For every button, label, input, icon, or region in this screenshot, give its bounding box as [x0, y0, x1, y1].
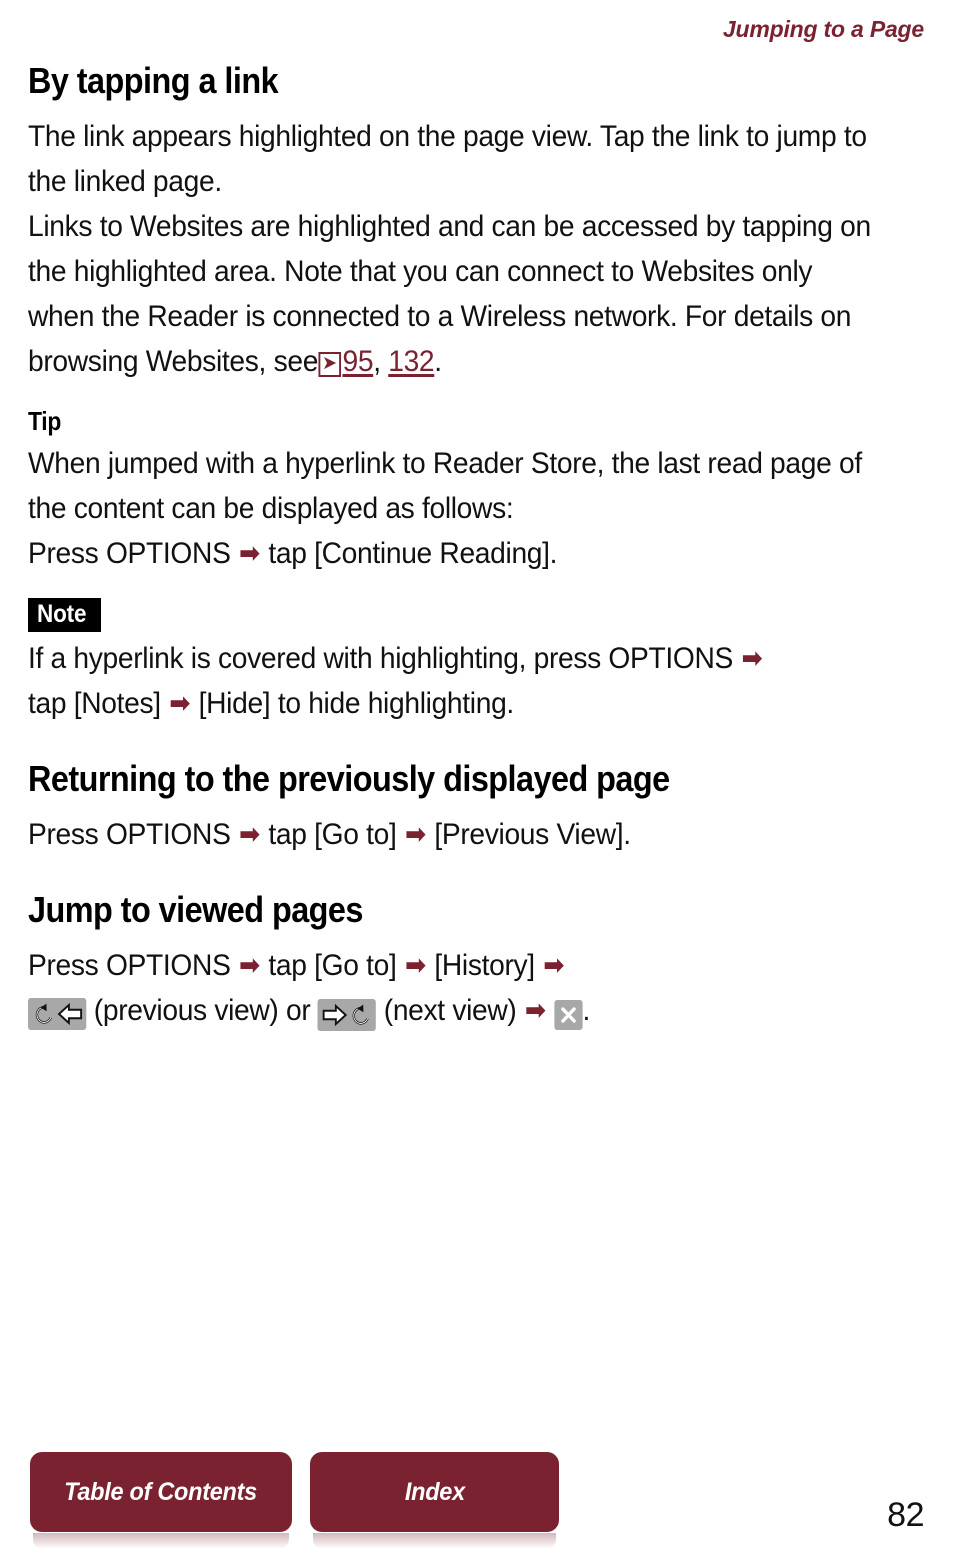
page-reference-link-132[interactable]: 132	[388, 345, 434, 378]
page-content: By tapping a link The link appears highl…	[28, 60, 926, 1033]
returning-step-3: [Previous View].	[434, 818, 631, 852]
note-label: Note	[28, 598, 101, 633]
paragraph-links-to-websites-text: Links to Websites are highlighted and ca…	[28, 210, 871, 379]
page-reference-terminator: .	[434, 345, 442, 379]
index-label: Index	[404, 1477, 465, 1506]
heading-returning-to-previous-page: Returning to the previously displayed pa…	[28, 758, 670, 800]
note-line-2-a: tap [Notes]	[28, 687, 161, 721]
document-page: Jumping to a Page By tapping a link The …	[0, 0, 954, 1557]
arrow-icon: ➡	[239, 538, 260, 569]
note-label-text: Note	[37, 600, 87, 629]
index-button[interactable]: Index	[310, 1452, 559, 1549]
close-key-icon	[554, 1000, 583, 1031]
table-of-contents-button[interactable]: Table of Contents	[30, 1452, 292, 1549]
page-number: 82	[887, 1496, 924, 1534]
next-view-label: (next view)	[383, 994, 517, 1028]
previous-view-key-icon	[28, 998, 87, 1031]
arrow-icon: ➡	[524, 995, 546, 1026]
jump-steps-line-1: Press OPTIONS ➡ tap [Go to] ➡ [History] …	[28, 943, 872, 988]
tip-action-line: Press OPTIONS ➡ tap [Continue Reading].	[28, 531, 872, 576]
arrow-icon: ➡	[239, 950, 260, 981]
returning-step-2: tap [Go to]	[268, 818, 397, 852]
returning-step-1: Press OPTIONS	[28, 818, 231, 852]
previous-view-label: (previous view)	[93, 994, 279, 1028]
page-reference-icon: ➤	[318, 352, 341, 378]
heading-by-tapping-a-link: By tapping a link	[28, 60, 279, 101]
jump-step-3: [History]	[434, 949, 535, 983]
paragraph-links-to-websites: Links to Websites are highlighted and ca…	[28, 204, 872, 384]
footer-navigation: Table of Contents Index	[30, 1452, 559, 1549]
arrow-icon: ➡	[169, 688, 191, 719]
tip-paragraph: When jumped with a hyperlink to Reader S…	[28, 447, 862, 526]
note-line-2-b: [Hide] to hide highlighting.	[198, 687, 515, 721]
tip-action-tail: tap [Continue Reading].	[268, 537, 558, 571]
arrow-icon: ➡	[543, 950, 565, 981]
next-view-key-icon	[317, 999, 377, 1032]
note-line-1-text: If a hyperlink is covered with highlight…	[28, 642, 734, 676]
arrow-icon: ➡	[239, 819, 260, 850]
jump-trailing: .	[582, 994, 591, 1028]
jump-step-1: Press OPTIONS	[28, 949, 231, 983]
returning-steps: Press OPTIONS ➡ tap [Go to] ➡ [Previous …	[28, 812, 872, 857]
tip-label: Tip	[28, 406, 62, 437]
arrow-icon: ➡	[741, 643, 763, 674]
tip-action-prefix: Press OPTIONS	[28, 537, 231, 571]
table-of-contents-label: Table of Contents	[64, 1477, 258, 1506]
arrow-icon: ➡	[404, 819, 426, 850]
jump-step-2: tap [Go to]	[268, 949, 397, 983]
jump-conjunction: or	[286, 994, 311, 1028]
page-reference-link-95[interactable]: 95	[342, 345, 373, 378]
page-reference-separator: ,	[373, 345, 389, 379]
arrow-icon: ➡	[404, 950, 426, 981]
note-line-1: If a hyperlink is covered with highlight…	[28, 636, 872, 681]
jump-steps-line-2: (previous view) or (next view) ➡ .	[28, 988, 872, 1033]
note-line-2: tap [Notes] ➡ [Hide] to hide highlightin…	[28, 681, 872, 726]
paragraph-link-appears: The link appears highlighted on the page…	[28, 120, 867, 199]
running-header-title: Jumping to a Page	[722, 16, 924, 42]
heading-jump-to-viewed-pages: Jump to viewed pages	[28, 889, 363, 931]
